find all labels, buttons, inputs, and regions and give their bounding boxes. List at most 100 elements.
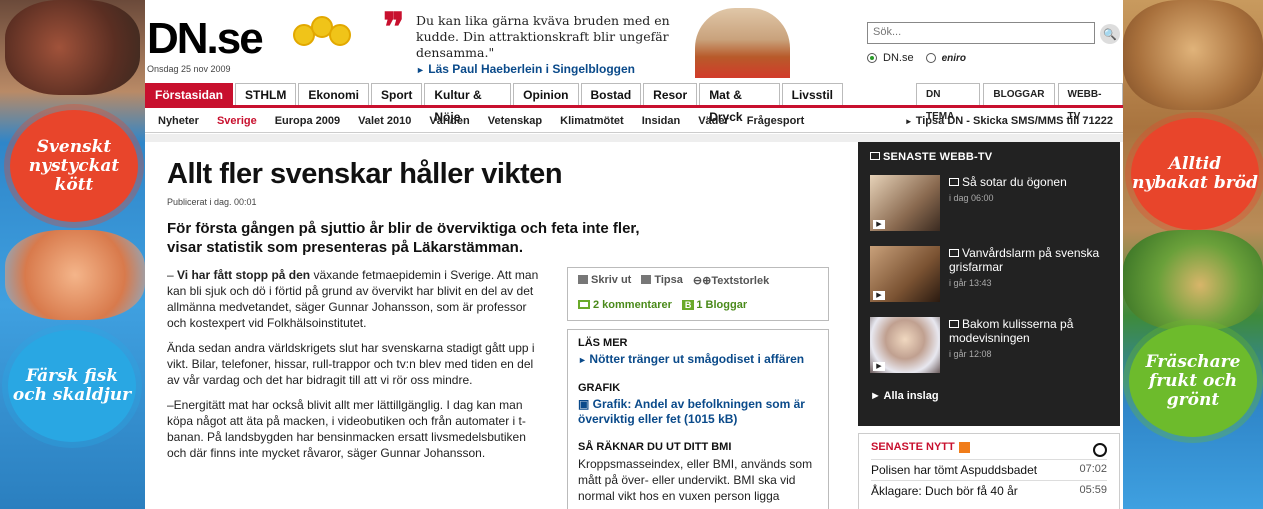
quote-mark-icon: ❞ [383,4,405,51]
nav-kultur-noje[interactable]: Kultur & Nöje [424,83,512,124]
dash: – [167,268,178,282]
video-time: i går 12:08 [949,349,992,359]
article-paragraph: Ända sedan andra världskrigets slut har … [167,341,535,387]
nav-opinion[interactable]: Opinion [513,83,579,105]
search-icon: 🔍 [1103,28,1117,41]
search-input[interactable]: Sök... [867,22,1095,44]
subnav-valet-2010[interactable]: Valet 2010 [349,115,420,127]
ad-burst-fish: Färsk fisk och skaldjur [8,330,136,442]
nav-divider [145,105,1123,108]
tv-icon [949,320,959,328]
columnist-portrait[interactable] [695,8,790,78]
all-videos-link[interactable]: ► Alla inslag [870,390,1108,402]
tip-dn-link[interactable]: ► Tipsa DN - Skicka SMS/MMS till 71222 [905,115,1113,127]
arrow-right-icon: ► [904,117,913,126]
news-row[interactable]: Åklagare: Duch bör få 40 år 05:59 [871,480,1107,501]
search-button[interactable]: 🔍 [1100,24,1120,44]
nav-bloggar[interactable]: BLOGGAR [983,83,1055,105]
rss-icon[interactable] [958,441,970,453]
news-time: 07:02 [1079,463,1107,475]
nav-sport[interactable]: Sport [371,83,423,105]
nav-resor[interactable]: Resor [643,83,698,105]
bread-image [1123,0,1263,110]
tip-button[interactable]: Tipsa [641,274,683,287]
news-time: 05:59 [1079,484,1107,496]
subnav-nyheter[interactable]: Nyheter [149,115,208,127]
video-title-text: Vanvårdslarm på svenska grisfarmar [949,246,1100,274]
subnav-insidan[interactable]: Insidan [633,115,690,127]
blog-icon: B [681,300,695,310]
webtv-panel: SENASTE WEBB-TV ▶ Så sotar du ögonen i d… [858,142,1120,426]
video-title[interactable]: Bakom kulisserna på modevisningen [949,317,1108,345]
latest-news-panel: SENASTE NYTT Polisen har tömt Aspuddsbad… [858,433,1120,509]
radio-eniro[interactable] [925,53,936,63]
eniro-logo: eniro [941,52,967,64]
news-text: Polisen har tömt Aspuddsbadet [871,463,1038,477]
comments-link[interactable]: 2 kommentarer [578,299,672,311]
subnav-vetenskap[interactable]: Vetenskap [479,115,551,127]
video-item[interactable]: ▶ Så sotar du ögonen i dag 06:00 [870,175,1108,246]
play-icon: ▶ [873,291,885,300]
radio-dnse[interactable] [867,53,877,63]
singelbloggen-link[interactable]: ► Läs Paul Haeberlein i Singelbloggen [416,62,635,76]
comment-icon [578,300,590,309]
current-date: Onsdag 25 nov 2009 [147,64,231,74]
graphic-heading: GRAFIK [578,382,621,394]
video-thumbnail[interactable]: ▶ [870,175,940,231]
article-ingress: För första gången på sjuttio år blir de … [167,220,640,256]
nav-webb-tv[interactable]: WEBB-TV [1057,83,1123,122]
subnav-klimatmotet[interactable]: Klimatmötet [551,115,633,127]
blogs-link[interactable]: B1 Bloggar [681,299,747,311]
image-icon: ▣ [578,397,593,411]
minus-plus-icon: ⊖⊕ [692,275,712,287]
article: Allt fler svenskar håller vikten Publice… [145,142,845,509]
subnav-varlden[interactable]: Världen [420,115,478,127]
nav-ekonomi[interactable]: Ekonomi [298,83,370,105]
radio-dnse-label: DN.se [883,52,914,64]
graphic-link[interactable]: ▣ Grafik: Andel av befolkningen som är ö… [578,397,818,427]
video-item[interactable]: ▶ Vanvårdslarm på svenska grisfarmar i g… [870,246,1108,317]
bmi-heading: SÅ RÄKNAR DU UT DITT BMI [578,441,732,453]
nav-dn-tema[interactable]: DN TEMA [916,83,981,122]
video-item[interactable]: ▶ Bakom kulisserna på modevisningen i gå… [870,317,1108,388]
print-label: Skriv ut [591,274,632,286]
all-videos-label: Alla inslag [883,390,939,402]
article-body: – Vi har fått stopp på den växande fetma… [167,267,547,470]
article-paragraph: – Vi har fått stopp på den växande fetma… [167,267,547,331]
dn-logo[interactable]: DN.se [147,14,264,64]
textsize-label: Textstorlek [711,275,770,287]
video-title[interactable]: Så sotar du ögonen [949,175,1108,189]
article-published: Publicerat i dag. 00:01 [167,197,257,207]
tv-icon [949,178,959,186]
read-more-link[interactable]: ► Nötter tränger ut smågodiset i affären [578,352,818,368]
shrimp-image [5,230,145,320]
subnav-vader[interactable]: Väder [689,115,738,127]
subnav-fragesport[interactable]: Frågesport [738,115,813,127]
video-thumbnail[interactable]: ▶ [870,246,940,302]
webtv-title: SENASTE WEBB-TV [883,151,993,163]
nav-forstasidan[interactable]: Förstasidan [145,83,234,105]
ad-burst-fruit: Fräschare frukt och grönt [1129,325,1257,437]
graphic-label: Grafik: Andel av befolkningen som är öve… [578,397,805,426]
nav-bostad[interactable]: Bostad [580,83,642,105]
tip-dn-label: Tipsa DN - Skicka SMS/MMS till 71222 [915,115,1113,127]
comments-label: 2 kommentarer [593,299,672,311]
video-title[interactable]: Vanvårdslarm på svenska grisfarmar [949,246,1108,274]
webtv-heading: SENASTE WEBB-TV [870,151,1108,163]
left-ad-banner[interactable]: Svenskt nystyckat kött Färsk fisk och sk… [0,0,145,509]
video-thumbnail[interactable]: ▶ [870,317,940,373]
arrow-right-icon: ► [578,355,590,365]
news-row[interactable]: Polisen har tömt Aspuddsbadet 07:02 [871,459,1107,480]
nav-mat-dryck[interactable]: Mat & Dryck [699,83,780,124]
nav-livsstil[interactable]: Livsstil [781,83,843,105]
nav-sthlm[interactable]: STHLM [235,83,297,105]
right-ad-banner[interactable]: Alltid nybakat bröd Fräschare frukt och … [1123,0,1263,509]
subnav-sverige[interactable]: Sverige [208,115,266,127]
video-time: i dag 06:00 [949,193,994,203]
print-button[interactable]: Skriv ut [578,274,631,287]
subnav-europa-2009[interactable]: Europa 2009 [266,115,349,127]
play-icon: ▶ [873,362,885,371]
content-top-strip [145,134,1123,142]
textsize-button[interactable]: ⊖⊕Textstorlek [693,274,769,287]
header-quote: Du kan lika gärna kväva bruden med en ku… [416,13,670,60]
